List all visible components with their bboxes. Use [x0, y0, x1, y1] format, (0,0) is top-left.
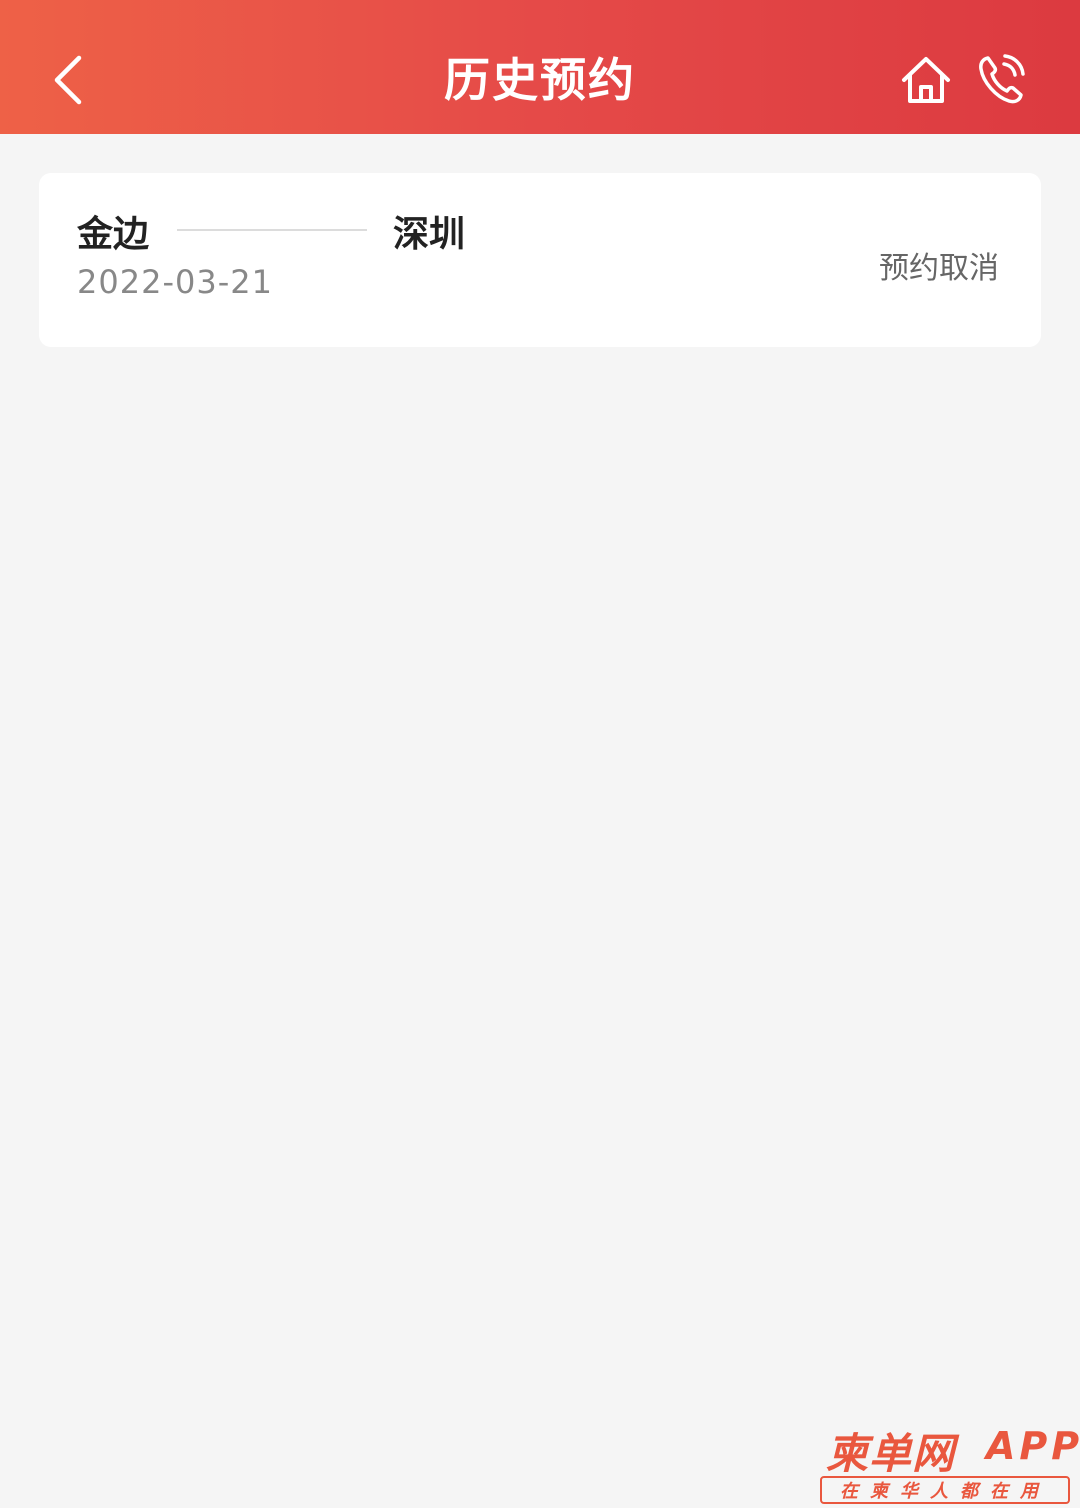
status-label: 预约取消: [879, 251, 999, 286]
header-bar: 历史预约: [0, 0, 1080, 134]
watermark-app: APP: [986, 1424, 1080, 1468]
watermark-logo: 柬单网 APP 在柬华人都在用: [818, 1420, 1079, 1506]
watermark-slogan: 在柬华人都在用: [820, 1476, 1070, 1504]
phone-button[interactable]: [974, 50, 1030, 110]
appointment-date: 2022-03-21: [77, 263, 273, 301]
phone-icon: [979, 54, 1025, 104]
home-button[interactable]: [896, 50, 956, 110]
route-arrow-line: [177, 229, 367, 231]
appointment-card[interactable]: 金边 深圳 2022-03-21 预约取消: [39, 173, 1041, 347]
origin-city: 金边: [77, 214, 150, 255]
home-icon: [902, 57, 950, 103]
destination-city: 深圳: [393, 214, 466, 255]
watermark-brand: 柬单网: [826, 1429, 956, 1478]
